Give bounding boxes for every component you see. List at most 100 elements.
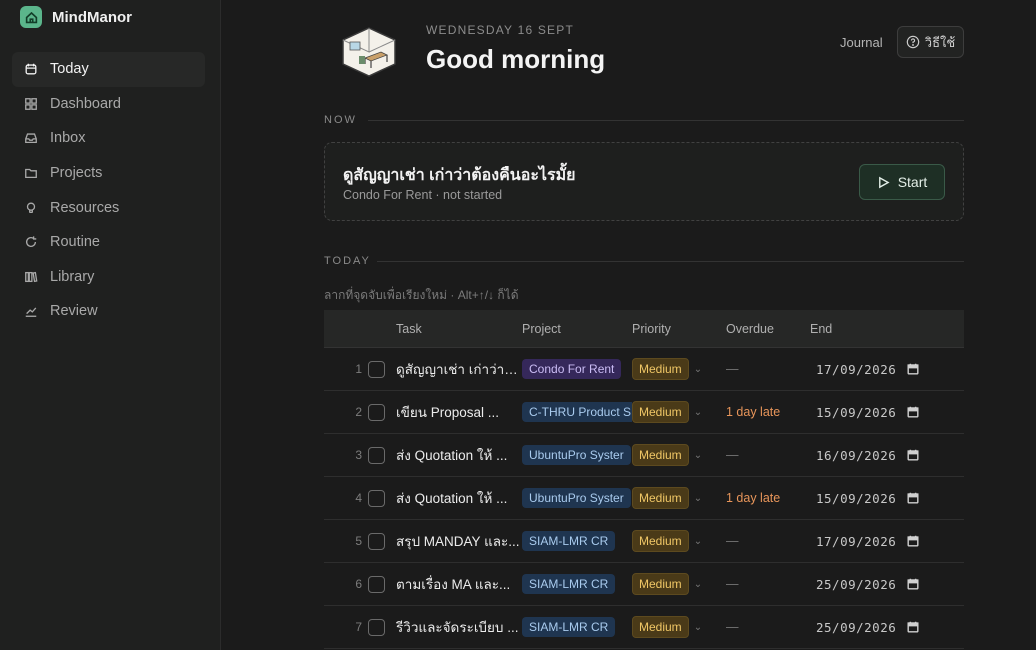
sidebar-item-library[interactable]: Library bbox=[12, 260, 205, 295]
sidebar-item-label: Review bbox=[50, 303, 98, 320]
sidebar-item-resources[interactable]: Resources bbox=[12, 190, 205, 225]
sidebar-item-routine[interactable]: Routine bbox=[12, 225, 205, 260]
refresh-icon bbox=[24, 235, 38, 249]
project-tag[interactable]: SIAM-LMR CR bbox=[522, 531, 616, 551]
now-section-label: NOW bbox=[324, 114, 357, 126]
sidebar-item-label: Resources bbox=[50, 199, 120, 216]
end-date-input[interactable]: 16/09/2026 bbox=[816, 448, 902, 463]
chevron-down-icon[interactable]: ⌄ bbox=[694, 579, 702, 590]
row-number[interactable]: 7 bbox=[324, 620, 368, 634]
row-number[interactable]: 3 bbox=[324, 448, 368, 462]
col-priority[interactable]: Priority bbox=[632, 322, 726, 336]
row-number[interactable]: 4 bbox=[324, 491, 368, 505]
table-row[interactable]: 4 ส่ง Quotation ให้ ... UbuntuPro Syster… bbox=[324, 477, 964, 520]
chevron-down-icon[interactable]: ⌄ bbox=[694, 364, 702, 375]
howto-button[interactable]: วิธีใช้ bbox=[897, 26, 964, 58]
sidebar-item-dashboard[interactable]: Dashboard bbox=[12, 87, 205, 122]
project-tag[interactable]: SIAM-LMR CR bbox=[522, 574, 616, 594]
sidebar-item-label: Today bbox=[50, 61, 89, 78]
project-tag[interactable]: SIAM-LMR CR bbox=[522, 617, 616, 637]
project-tag[interactable]: UbuntuPro Syster bbox=[522, 445, 631, 465]
project-tag[interactable]: C-THRU Product S bbox=[522, 402, 632, 422]
task-checkbox[interactable] bbox=[368, 618, 385, 636]
task-title[interactable]: สรุป MANDAY และ... bbox=[396, 530, 522, 552]
priority-select[interactable]: Medium bbox=[632, 573, 689, 595]
table-row[interactable]: 7 รีวิวและจัดระเบียบ ... SIAM-LMR CR Med… bbox=[324, 606, 964, 649]
end-date-input[interactable]: 17/09/2026 bbox=[816, 534, 902, 549]
divider bbox=[368, 120, 964, 121]
chevron-down-icon[interactable]: ⌄ bbox=[694, 407, 702, 418]
calendar-icon[interactable] bbox=[906, 405, 920, 419]
row-number[interactable]: 1 bbox=[324, 362, 368, 376]
sidebar-item-projects[interactable]: Projects bbox=[12, 156, 205, 191]
priority-select[interactable]: Medium bbox=[632, 616, 689, 638]
chevron-down-icon[interactable]: ⌄ bbox=[694, 450, 702, 461]
table-row[interactable]: 1 ดูสัญญาเช่า เก่าว่าต้องคืนอะไรมั้ย Con… bbox=[324, 348, 964, 391]
calendar-icon[interactable] bbox=[906, 362, 920, 376]
table-row[interactable]: 2 เขียน Proposal ... C-THRU Product S Me… bbox=[324, 391, 964, 434]
app-name: MindManor bbox=[52, 8, 132, 26]
task-title[interactable]: รีวิวและจัดระเบียบ ... bbox=[396, 616, 522, 638]
chart-icon bbox=[24, 304, 38, 318]
col-project[interactable]: Project bbox=[522, 322, 632, 336]
row-number[interactable]: 2 bbox=[324, 405, 368, 419]
task-checkbox[interactable] bbox=[368, 489, 385, 507]
calendar-icon[interactable] bbox=[906, 620, 920, 634]
priority-select[interactable]: Medium bbox=[632, 358, 689, 380]
priority-select[interactable]: Medium bbox=[632, 401, 689, 423]
overdue-value: — bbox=[726, 362, 739, 376]
end-date-input[interactable]: 15/09/2026 bbox=[816, 491, 902, 506]
overdue-value: — bbox=[726, 448, 739, 462]
calendar-icon[interactable] bbox=[906, 448, 920, 462]
chevron-down-icon[interactable]: ⌄ bbox=[694, 622, 702, 633]
now-task-subtitle: Condo For Rent · not started bbox=[343, 188, 503, 202]
chevron-down-icon[interactable]: ⌄ bbox=[694, 536, 702, 547]
reorder-hint: ลากที่จุดจับเพื่อเรียงใหม่ · Alt+↑/↓ ก็ไ… bbox=[324, 288, 519, 302]
col-task[interactable]: Task bbox=[396, 322, 522, 336]
journal-link[interactable]: Journal bbox=[840, 35, 883, 50]
project-tag[interactable]: Condo For Rent bbox=[522, 359, 622, 379]
calendar-icon[interactable] bbox=[906, 577, 920, 591]
table-row[interactable]: 5 สรุป MANDAY และ... SIAM-LMR CR Medium ⌄… bbox=[324, 520, 964, 563]
overdue-value: 1 day late bbox=[726, 491, 781, 505]
inbox-icon bbox=[24, 131, 38, 145]
calendar-icon[interactable] bbox=[906, 534, 920, 548]
priority-select[interactable]: Medium bbox=[632, 487, 689, 509]
table-row[interactable]: 3 ส่ง Quotation ให้ ... UbuntuPro Syster… bbox=[324, 434, 964, 477]
overdue-value: 1 day late bbox=[726, 405, 781, 419]
start-button[interactable]: Start bbox=[859, 164, 945, 200]
chevron-down-icon[interactable]: ⌄ bbox=[694, 493, 702, 504]
table-row[interactable]: 6 ตามเรื่อง MA และ... SIAM-LMR CR Medium… bbox=[324, 563, 964, 606]
sidebar: MindManor Today Dashboard Inbox Projects… bbox=[0, 0, 221, 650]
task-title[interactable]: ส่ง Quotation ให้ ... bbox=[396, 487, 522, 509]
task-checkbox[interactable] bbox=[368, 403, 385, 421]
folder-icon bbox=[24, 166, 38, 180]
sidebar-item-today[interactable]: Today bbox=[12, 52, 205, 87]
end-date-input[interactable]: 25/09/2026 bbox=[816, 620, 902, 635]
brand[interactable]: MindManor bbox=[20, 6, 132, 28]
row-number[interactable]: 5 bbox=[324, 534, 368, 548]
task-checkbox[interactable] bbox=[368, 532, 385, 550]
task-checkbox[interactable] bbox=[368, 575, 385, 593]
task-title[interactable]: เขียน Proposal ... bbox=[396, 401, 522, 423]
end-date-input[interactable]: 25/09/2026 bbox=[816, 577, 902, 592]
priority-select[interactable]: Medium bbox=[632, 444, 689, 466]
task-title[interactable]: ดูสัญญาเช่า เก่าว่าต้องคืนอะไรมั้ย bbox=[396, 358, 522, 380]
end-date-input[interactable]: 15/09/2026 bbox=[816, 405, 902, 420]
col-end[interactable]: End bbox=[810, 322, 964, 336]
col-overdue[interactable]: Overdue bbox=[726, 322, 810, 336]
sidebar-item-inbox[interactable]: Inbox bbox=[12, 121, 205, 156]
now-card[interactable]: ดูสัญญาเช่า เก่าว่าต้องคืนอะไรมั้ย Condo… bbox=[324, 142, 964, 221]
task-title[interactable]: ตามเรื่อง MA และ... bbox=[396, 573, 522, 595]
priority-select[interactable]: Medium bbox=[632, 530, 689, 552]
task-checkbox[interactable] bbox=[368, 360, 385, 378]
room-illustration-icon bbox=[341, 26, 397, 78]
sidebar-item-review[interactable]: Review bbox=[12, 294, 205, 329]
project-tag[interactable]: UbuntuPro Syster bbox=[522, 488, 631, 508]
task-checkbox[interactable] bbox=[368, 446, 385, 464]
end-date-input[interactable]: 17/09/2026 bbox=[816, 362, 902, 377]
sidebar-nav: Today Dashboard Inbox Projects Resources… bbox=[12, 52, 205, 329]
task-title[interactable]: ส่ง Quotation ให้ ... bbox=[396, 444, 522, 466]
row-number[interactable]: 6 bbox=[324, 577, 368, 591]
calendar-icon[interactable] bbox=[906, 491, 920, 505]
